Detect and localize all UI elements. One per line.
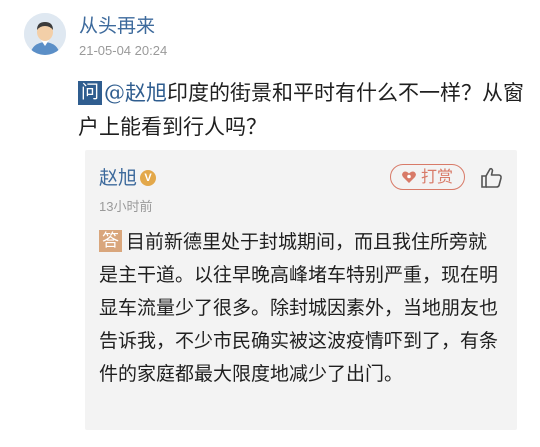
tip-label: 打赏 — [421, 167, 454, 186]
answer-card: 赵旭 V 打赏 13小时前 答目前新德里处于封城期间，而且我住所旁就是主干道。以… — [85, 150, 517, 430]
heart-tag-icon — [402, 171, 416, 183]
answer-text: 目前新德里处于封城期间，而且我住所旁就是主干道。以往早晚高峰堵车特别严重，现在明… — [99, 231, 499, 385]
post-username[interactable]: 从头再来 — [79, 14, 155, 38]
question-text-block: 问 @赵旭印度的街景和平时有什么不一样？从窗户上能看到行人吗？ — [78, 76, 528, 144]
user-avatar-icon — [24, 13, 66, 55]
answer-author[interactable]: 赵旭 — [99, 166, 137, 190]
user-avatar[interactable] — [24, 13, 66, 55]
mention-link[interactable]: @赵旭 — [104, 81, 167, 105]
answer-time: 13小时前 — [99, 199, 153, 214]
thumbs-up-icon — [481, 167, 502, 188]
tip-button[interactable]: 打赏 — [390, 164, 465, 190]
like-button[interactable] — [480, 167, 504, 189]
question-badge: 问 — [78, 81, 102, 105]
post-timestamp: 21-05-04 20:24 — [79, 43, 168, 58]
answer-badge: 答 — [99, 230, 122, 252]
verified-badge: V — [140, 170, 156, 186]
answer-text-block: 答目前新德里处于封城期间，而且我住所旁就是主干道。以往早晚高峰堵车特别严重，现在… — [99, 226, 504, 391]
